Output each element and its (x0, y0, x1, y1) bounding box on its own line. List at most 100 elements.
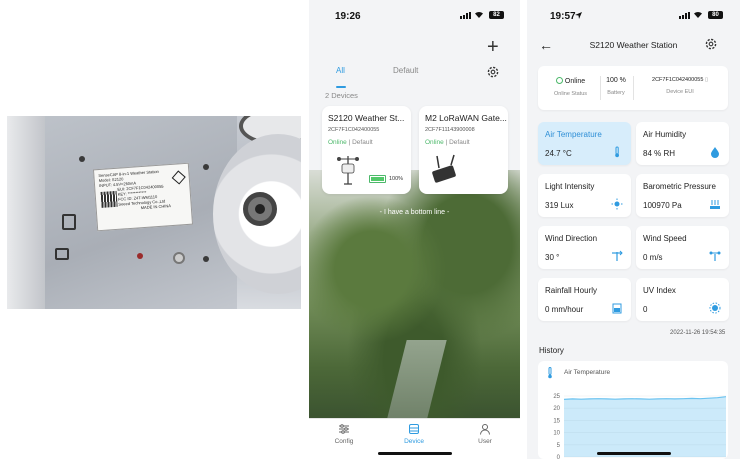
battery-percent: 100% (389, 176, 404, 182)
location-arrow-icon (575, 12, 582, 19)
device-detail-screen: 19:57 80 ← S2120 Weather Station Online … (527, 0, 740, 459)
wifi-icon (475, 11, 483, 18)
device-icon (409, 424, 419, 434)
battery-status: 100 % Battery (601, 77, 631, 96)
tile-name: UV Index (643, 286, 676, 295)
online-text: Online (425, 139, 444, 146)
tile-name: Barometric Pressure (643, 182, 716, 191)
home-indicator (378, 452, 452, 455)
eui-value: 2CF7F1C042400055 (652, 77, 704, 83)
device-count: 2 Devices (325, 91, 358, 100)
device-photo: SenseCAP 8-in-1 Weather Station Model: S… (7, 116, 301, 309)
anemometer-icon (709, 251, 721, 261)
status-time: 19:57 (550, 11, 576, 22)
tile-value: 24.7 °C (545, 149, 572, 158)
y-tick-label: 15 (553, 418, 560, 424)
battery-icon: 80 (708, 11, 723, 19)
device-card-m2-gateway[interactable]: M2 LoRaWAN Gate... 2CF7F11143900008 Onli… (419, 106, 508, 194)
tile-uv-index[interactable]: UV Index 0 (636, 278, 729, 321)
status-bar: 19:26 82 (309, 0, 520, 30)
update-timestamp: 2022-11-26 19:54:35 (670, 330, 726, 336)
online-text: Online (328, 139, 347, 146)
device-status: Online | Default (328, 139, 373, 146)
nav-user-label: User (478, 438, 492, 445)
tile-name: Wind Direction (545, 234, 598, 243)
tile-name: Rainfall Hourly (545, 286, 598, 295)
device-eui: 2CF7F1C042400055 ▯ Device EUI (636, 77, 724, 95)
vent-slot (55, 248, 69, 260)
gear-icon[interactable] (704, 37, 718, 51)
gateway-icon (432, 154, 456, 183)
vent-slot (62, 214, 76, 230)
tile-barometric-pressure[interactable]: Barometric Pressure 100970 Pa (636, 174, 729, 217)
screw-hole (203, 164, 209, 170)
gear-icon[interactable] (486, 65, 500, 79)
battery-label: Battery (607, 90, 625, 96)
device-card-s2120[interactable]: S2120 Weather St... 2CF7F1C042400055 Onl… (322, 106, 411, 194)
tab-all[interactable]: All (336, 66, 345, 75)
bottom-line-caption: - I have a bottom line - (379, 209, 450, 216)
nav-device[interactable]: Device (394, 423, 434, 445)
tab-default[interactable]: Default (393, 66, 418, 75)
droplet-icon (711, 147, 719, 158)
tile-value: 0 mm/hour (545, 305, 584, 314)
signal-icon (460, 12, 471, 19)
tile-value: 0 m/s (643, 253, 663, 262)
online-value: Online (564, 78, 586, 85)
screw-hole (79, 156, 85, 162)
status-bar: 19:57 80 (527, 0, 740, 30)
status-time: 19:26 (335, 11, 361, 22)
history-chart[interactable]: Air Temperature 25 20 15 10 5 0 (538, 361, 728, 459)
wifi-icon (694, 11, 702, 18)
device-status: Online | Default (425, 139, 470, 146)
device-name: M2 LoRaWAN Gate... (425, 113, 507, 123)
add-device-button[interactable]: + (487, 36, 499, 59)
thermometer-icon (615, 146, 619, 158)
tile-rainfall-hourly[interactable]: Rainfall Hourly 0 mm/hour (538, 278, 631, 321)
device-eui: 2CF7F11143900008 (425, 127, 475, 133)
pressure-icon (710, 200, 720, 209)
y-tick-label: 25 (553, 394, 560, 400)
y-tick-label: 20 (553, 406, 560, 412)
device-group: Default (352, 139, 373, 146)
device-summary: Online Online Status 100 % Battery 2CF7F… (538, 66, 728, 110)
sun-icon (611, 198, 623, 210)
tile-value: 100970 Pa (643, 201, 682, 210)
device-name: S2120 Weather St... (328, 113, 405, 123)
garden-path (387, 340, 447, 418)
qr-code-icon (100, 190, 118, 208)
copy-icon[interactable]: ▯ (705, 77, 708, 83)
battery-icon (369, 175, 386, 183)
sliders-icon (339, 424, 349, 434)
tile-wind-direction[interactable]: Wind Direction 30 ° (538, 226, 631, 269)
screw-hole (203, 256, 209, 262)
device-eui: 2CF7F1C042400055 (328, 127, 380, 133)
y-tick-label: 5 (557, 443, 561, 449)
online-status: Online Online Status (543, 77, 598, 97)
nav-user[interactable]: User (465, 423, 505, 445)
uv-icon (709, 302, 721, 314)
connector-port (243, 192, 277, 226)
y-tick-label: 10 (553, 431, 560, 437)
device-group: Default (449, 139, 470, 146)
series-line (563, 396, 727, 400)
signal-icon (679, 12, 690, 19)
tile-name: Air Humidity (643, 130, 687, 139)
tile-wind-speed[interactable]: Wind Speed 0 m/s (636, 226, 729, 269)
tile-name: Air Temperature (545, 130, 602, 139)
chart-plot: 25 20 15 10 5 0 (553, 394, 727, 459)
weather-station-rim (7, 116, 45, 309)
led-light (137, 253, 143, 259)
check-circle-icon (555, 77, 563, 84)
product-label: SenseCAP 8-in-1 Weather Station Model: S… (92, 162, 194, 232)
tile-air-temperature[interactable]: Air Temperature 24.7 °C (538, 122, 631, 165)
tile-value: 0 (643, 305, 648, 314)
tile-light-intensity[interactable]: Light Intensity 319 Lux (538, 174, 631, 217)
tile-air-humidity[interactable]: Air Humidity 84 % RH (636, 122, 729, 165)
nav-device-label: Device (404, 438, 424, 445)
eui-label: Device EUI (666, 89, 694, 95)
tile-name: Wind Speed (643, 234, 687, 243)
nav-config[interactable]: Config (324, 423, 364, 445)
divider (633, 76, 634, 100)
tile-value: 84 % RH (643, 149, 676, 158)
